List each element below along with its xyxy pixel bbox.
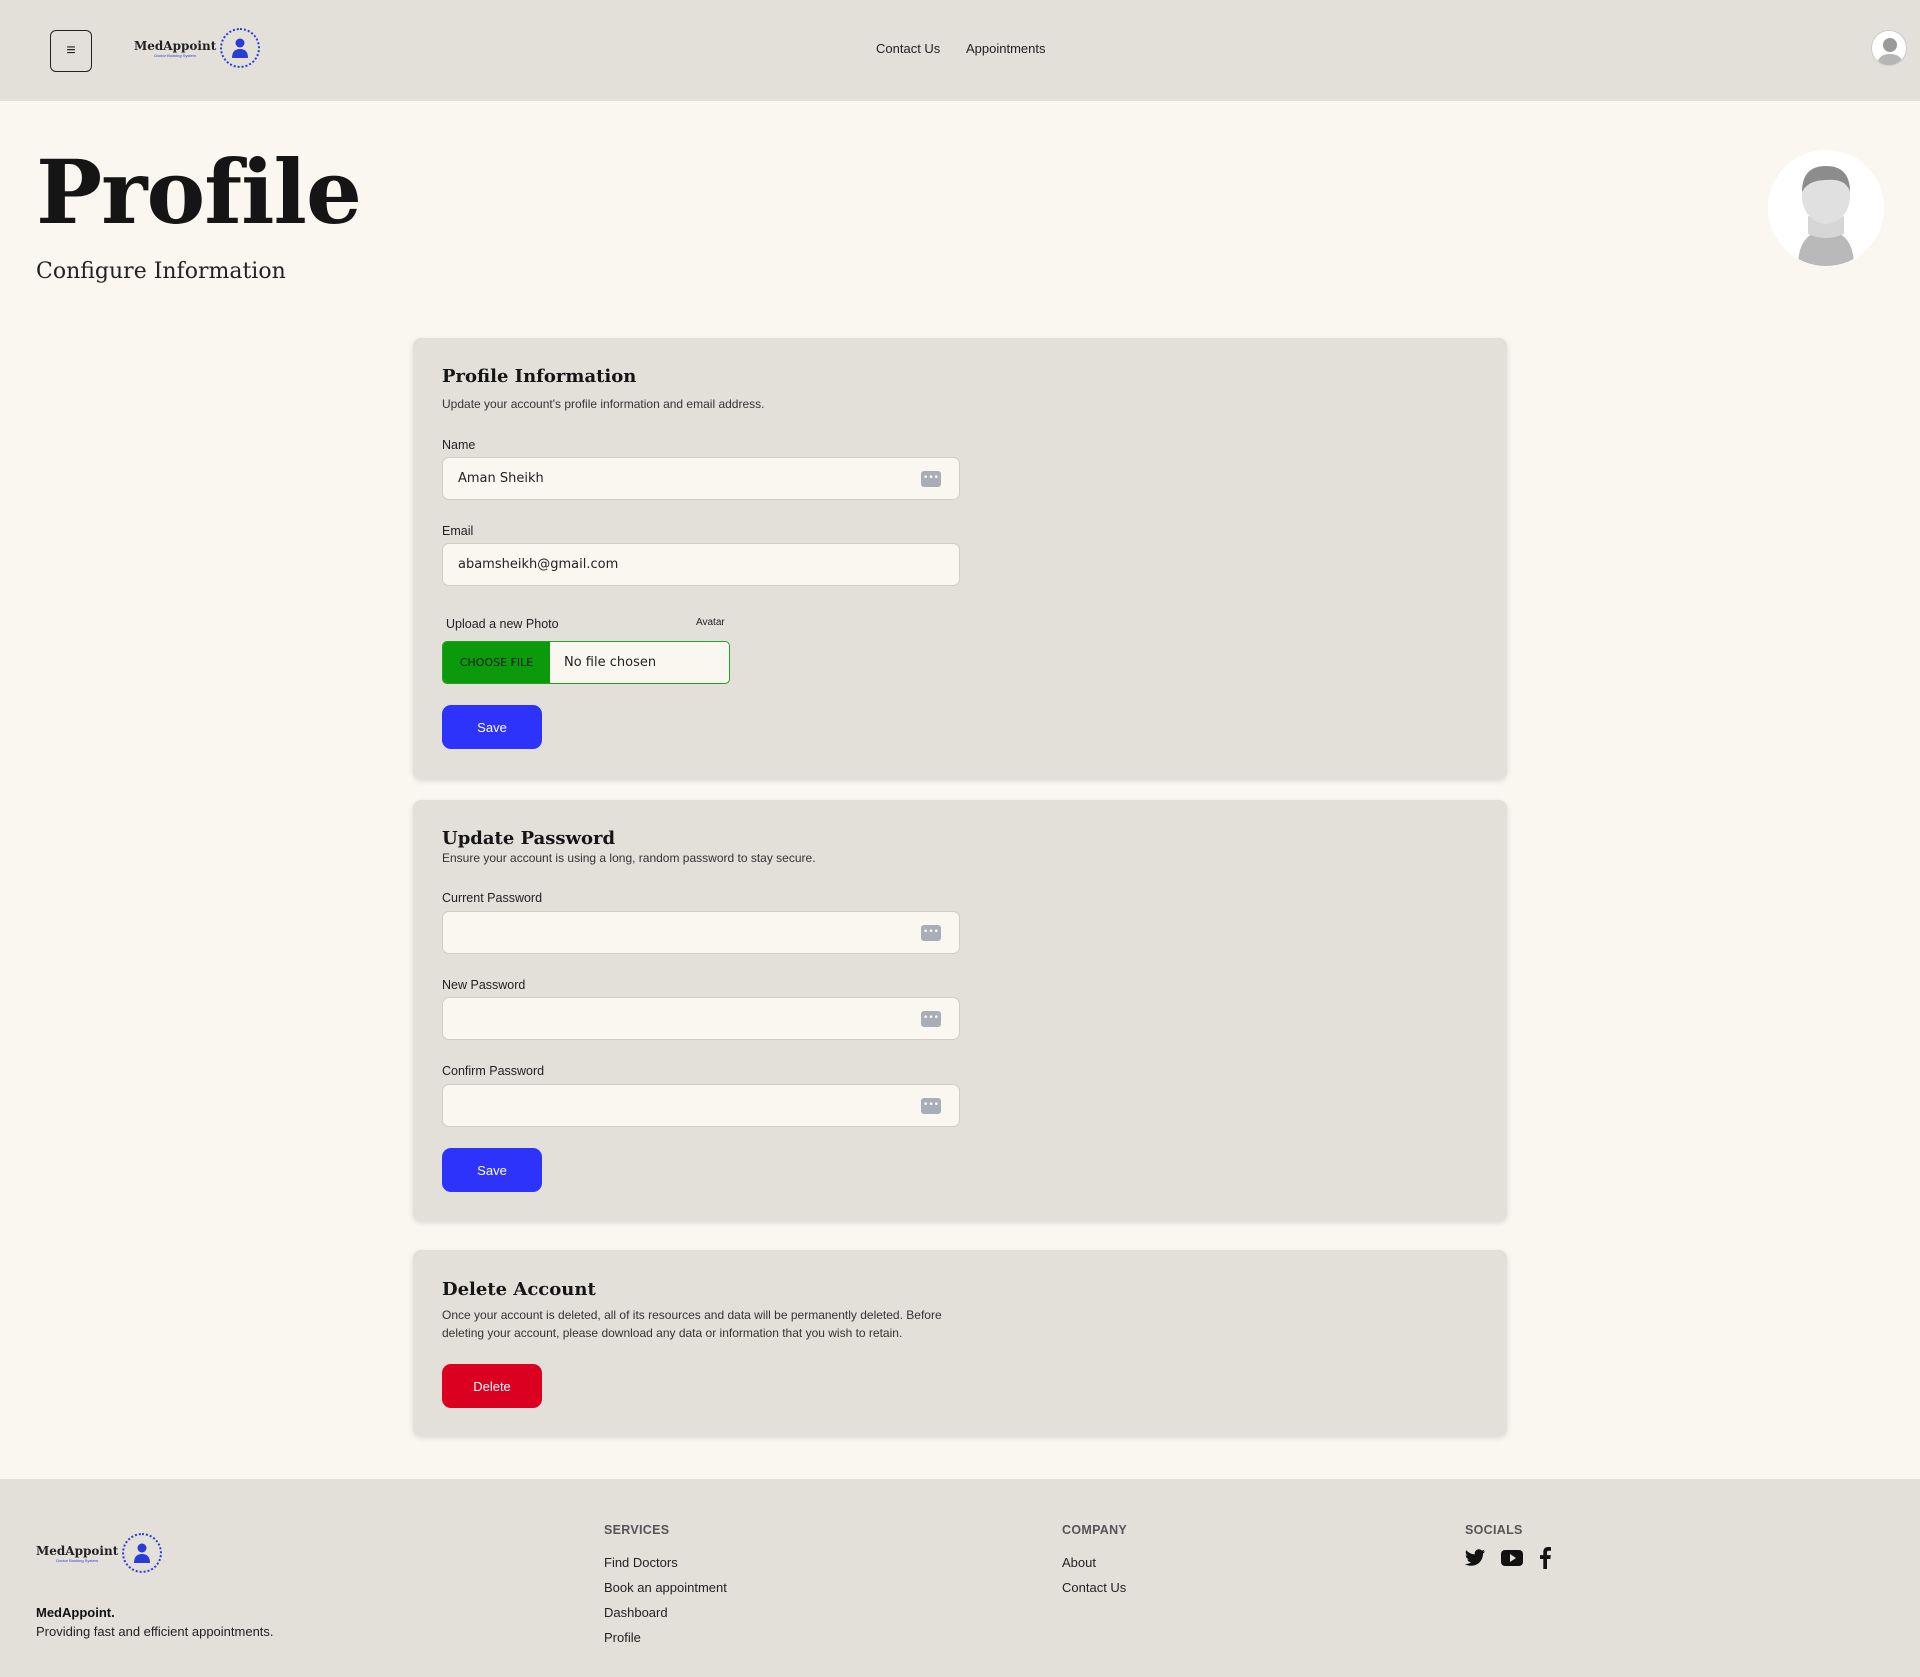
menu-button[interactable]: ≡ [50, 30, 92, 72]
delete-account-title: Delete Account [442, 1279, 596, 1300]
password-manager-icon[interactable]: ••• [921, 1098, 941, 1114]
confirm-password-input[interactable]: ••• [442, 1084, 960, 1127]
logo-text: MedAppoint [134, 38, 217, 53]
page-title: Profile [36, 140, 362, 244]
footer-brand: MedAppoint. [36, 1605, 115, 1620]
footer: MedAppoint Doctor Booking System MedAppo… [0, 1479, 1920, 1677]
footer-link-contact-us[interactable]: Contact Us [1062, 1580, 1126, 1595]
photo-file-input[interactable]: CHOOSE FILE No file chosen [442, 641, 730, 684]
footer-link-dashboard[interactable]: Dashboard [604, 1605, 668, 1620]
profile-information-description: Update your account's profile informatio… [442, 397, 765, 411]
email-label: Email [442, 524, 474, 538]
name-input-value: Aman Sheikh [458, 471, 544, 486]
footer-link-about[interactable]: About [1062, 1555, 1096, 1570]
email-input-value: abamsheikh@gmail.com [458, 557, 619, 572]
profile-avatar-icon [1768, 150, 1884, 266]
delete-account-button[interactable]: Delete [442, 1364, 542, 1408]
update-password-card: Update Password Ensure your account is u… [413, 800, 1507, 1221]
footer-logo-seal-icon [122, 1533, 163, 1573]
footer-logo[interactable]: MedAppoint Doctor Booking System [36, 1533, 163, 1573]
user-avatar-icon[interactable] [1871, 30, 1907, 66]
top-navbar: ≡ MedAppoint Doctor Booking System Conta… [0, 0, 1920, 101]
password-manager-icon[interactable]: ••• [921, 1011, 941, 1027]
current-password-label: Current Password [442, 891, 543, 905]
footer-link-book-appointment[interactable]: Book an appointment [604, 1580, 727, 1595]
avatar-label: Avatar [696, 617, 725, 628]
update-password-description: Ensure your account is using a long, ran… [442, 851, 816, 865]
password-manager-icon[interactable]: ••• [921, 925, 941, 941]
youtube-icon[interactable] [1500, 1547, 1523, 1569]
choose-file-button[interactable]: CHOOSE FILE [443, 642, 550, 683]
socials-title: SOCIALS [1465, 1523, 1523, 1537]
footer-logo-text: MedAppoint [36, 1543, 119, 1558]
update-password-title: Update Password [442, 828, 616, 849]
logo-subtitle: Doctor Booking System [154, 52, 197, 58]
page-subtitle: Configure Information [36, 259, 286, 284]
delete-account-card: Delete Account Once your account is dele… [413, 1250, 1507, 1436]
nav-appointments[interactable]: Appointments [966, 41, 1046, 56]
new-password-input[interactable]: ••• [442, 997, 960, 1040]
twitter-icon[interactable] [1464, 1547, 1486, 1569]
save-password-button[interactable]: Save [442, 1148, 542, 1192]
upload-photo-label: Upload a new Photo [446, 617, 559, 631]
current-password-input[interactable]: ••• [442, 911, 960, 954]
hamburger-icon: ≡ [66, 42, 76, 59]
logo-seal-icon [220, 28, 261, 68]
footer-logo-subtitle: Doctor Booking System [56, 1557, 99, 1563]
email-input[interactable]: abamsheikh@gmail.com [442, 543, 960, 586]
password-manager-icon[interactable]: ••• [921, 471, 941, 487]
save-profile-button[interactable]: Save [442, 705, 542, 749]
name-label: Name [442, 438, 476, 452]
name-input[interactable]: Aman Sheikh ••• [442, 457, 960, 500]
header-logo[interactable]: MedAppoint Doctor Booking System [134, 28, 261, 68]
footer-link-find-doctors[interactable]: Find Doctors [604, 1555, 678, 1570]
file-status-text: No file chosen [564, 655, 657, 670]
delete-account-description-line1: Once your account is deleted, all of its… [442, 1308, 942, 1322]
delete-account-description-line2: deleting your account, please download a… [442, 1326, 903, 1340]
nav-contact-us[interactable]: Contact Us [876, 41, 940, 56]
new-password-label: New Password [442, 978, 526, 992]
footer-tagline: Providing fast and efficient appointment… [36, 1624, 274, 1639]
company-title: COMPANY [1062, 1523, 1128, 1537]
services-title: SERVICES [604, 1523, 670, 1537]
profile-information-card: Profile Information Update your account'… [413, 338, 1507, 779]
footer-link-profile[interactable]: Profile [604, 1630, 641, 1645]
profile-information-title: Profile Information [442, 366, 637, 387]
confirm-password-label: Confirm Password [442, 1064, 545, 1078]
facebook-icon[interactable] [1538, 1547, 1560, 1569]
